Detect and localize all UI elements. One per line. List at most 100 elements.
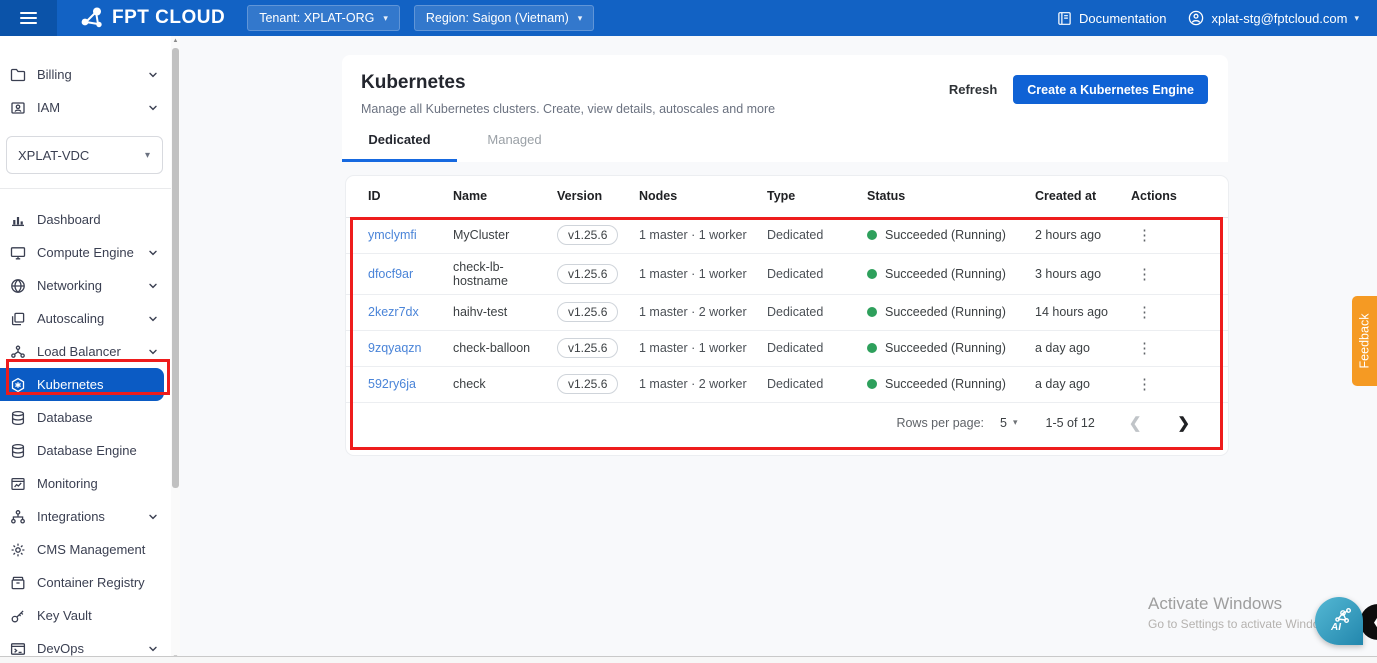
sidebar-item-dashboard[interactable]: Dashboard (0, 203, 171, 236)
version-badge: v1.25.6 (557, 302, 618, 322)
devops-icon (9, 640, 26, 657)
sidebar-item-compute-engine[interactable]: Compute Engine (0, 236, 171, 269)
cluster-id-link[interactable]: ymclymfi (368, 228, 417, 242)
region-label: Region: Saigon (Vietnam) (426, 11, 569, 25)
sidebar-item-cms-management[interactable]: CMS Management (0, 533, 171, 566)
status-text: Succeeded (Running) (885, 377, 1006, 391)
key-vault-icon (9, 607, 26, 624)
container-registry-icon (9, 574, 26, 591)
version-badge: v1.25.6 (557, 264, 618, 284)
cluster-id-link[interactable]: 2kezr7dx (368, 305, 419, 319)
scroll-up-icon[interactable]: ▲ (171, 36, 180, 46)
region-dropdown[interactable]: Region: Saigon (Vietnam) ▾ (414, 5, 594, 31)
clusters-table: IDNameVersionNodesTypeStatusCreated atAc… (346, 176, 1228, 403)
table-row[interactable]: dfocf9archeck-lb-hostnamev1.25.61 master… (346, 253, 1228, 294)
user-menu[interactable]: xplat-stg@fptcloud.com ▾ (1188, 10, 1359, 26)
version-badge: v1.25.6 (557, 338, 618, 358)
version-badge: v1.25.6 (557, 374, 618, 394)
refresh-button[interactable]: Refresh (949, 82, 997, 97)
table-body: ymclymfiMyClusterv1.25.61 master · 1 wor… (346, 217, 1228, 402)
sidebar-item-kubernetes[interactable]: Kubernetes (0, 368, 164, 401)
pagination: Rows per page: 5 ▾ 1-5 of 12 ❮ ❯ (346, 403, 1228, 443)
user-email: xplat-stg@fptcloud.com (1211, 11, 1347, 26)
status-dot-icon (867, 307, 877, 317)
divider (0, 188, 171, 189)
sidebar-top-groups: BillingIAM (0, 58, 171, 124)
status-dot-icon (867, 230, 877, 240)
column-header-nodes: Nodes (639, 176, 767, 217)
column-header-actions: Actions (1131, 176, 1228, 217)
vdc-selector[interactable]: XPLAT-VDC ▾ (6, 136, 163, 174)
cluster-nodes: 1 master · 1 worker (639, 330, 767, 366)
sidebar-item-autoscaling[interactable]: Autoscaling (0, 302, 171, 335)
kebab-menu-icon[interactable]: ⋮ (1131, 304, 1158, 321)
table-row[interactable]: 2kezr7dxhaihv-testv1.25.61 master · 2 wo… (346, 294, 1228, 330)
cluster-name: haihv-test (453, 294, 557, 330)
created-at: 14 hours ago (1035, 294, 1131, 330)
sidebar-item-integrations[interactable]: Integrations (0, 500, 171, 533)
chevron-right-icon[interactable]: ❯ (1177, 414, 1190, 432)
sidebar-item-key-vault[interactable]: Key Vault (0, 599, 171, 632)
activate-windows-watermark: Activate Windows Go to Settings to activ… (1148, 594, 1334, 631)
integrations-icon (9, 508, 26, 525)
table-row[interactable]: ymclymfiMyClusterv1.25.61 master · 1 wor… (346, 217, 1228, 253)
clusters-table-card: IDNameVersionNodesTypeStatusCreated atAc… (346, 176, 1228, 455)
window-bottom-edge (0, 656, 1377, 663)
chevron-down-icon (148, 314, 158, 324)
ai-assistant-bubble[interactable]: AI (1315, 597, 1363, 645)
cluster-id-link[interactable]: 9zqyaqzn (368, 341, 422, 355)
cluster-type: Dedicated (767, 330, 867, 366)
sidebar-item-label: Database Engine (37, 443, 161, 458)
status-dot-icon (867, 269, 877, 279)
tab-dedicated[interactable]: Dedicated (342, 132, 457, 162)
vdc-selector-value: XPLAT-VDC (18, 148, 89, 163)
sidebar-item-database-engine[interactable]: Database Engine (0, 434, 171, 467)
hamburger-menu-icon[interactable] (0, 0, 57, 36)
chevron-down-icon (148, 248, 158, 258)
sidebar-item-label: Dashboard (37, 212, 161, 227)
created-at: a day ago (1035, 366, 1131, 402)
sidebar-item-container-registry[interactable]: Container Registry (0, 566, 171, 599)
chevron-down-icon (148, 347, 158, 357)
created-at: 3 hours ago (1035, 253, 1131, 294)
sidebar-item-load-balancer[interactable]: Load Balancer (0, 335, 171, 368)
sidebar-item-database[interactable]: Database (0, 401, 171, 434)
sidebar-items: Dashboard Compute Engine Networking Autosca… (0, 203, 171, 663)
documentation-link[interactable]: Documentation (1057, 11, 1166, 26)
kebab-menu-icon[interactable]: ⋮ (1131, 340, 1158, 357)
sidebar-item-iam[interactable]: IAM (0, 91, 171, 124)
kubernetes-icon (9, 376, 26, 393)
status-text: Succeeded (Running) (885, 228, 1006, 242)
sidebar-item-networking[interactable]: Networking (0, 269, 171, 302)
table-row[interactable]: 9zqyaqzncheck-balloonv1.25.61 master · 1… (346, 330, 1228, 366)
column-header-status: Status (867, 176, 1035, 217)
tab-managed[interactable]: Managed (457, 132, 572, 162)
kebab-menu-icon[interactable]: ⋮ (1131, 266, 1158, 283)
status-dot-icon (867, 379, 877, 389)
rows-per-page-select[interactable]: 5 ▾ (1000, 416, 1017, 430)
iam-icon (9, 99, 26, 116)
cluster-id-link[interactable]: 592ry6ja (368, 377, 416, 391)
chevron-left-icon[interactable]: ❮ (1129, 414, 1142, 432)
column-header-name: Name (453, 176, 557, 217)
tab-bar: DedicatedManaged (342, 132, 572, 162)
column-header-id: ID (346, 176, 453, 217)
cluster-nodes: 1 master · 1 worker (639, 253, 767, 294)
sidebar-item-monitoring[interactable]: Monitoring (0, 467, 171, 500)
kebab-menu-icon[interactable]: ⋮ (1131, 376, 1158, 393)
scrollbar-thumb[interactable] (172, 48, 179, 488)
tenant-dropdown[interactable]: Tenant: XPLAT-ORG ▾ (247, 5, 400, 31)
feedback-tab[interactable]: Feedback (1352, 296, 1377, 386)
autoscaling-icon (9, 310, 26, 327)
table-row[interactable]: 592ry6jacheckv1.25.61 master · 2 workerD… (346, 366, 1228, 402)
cluster-id-link[interactable]: dfocf9ar (368, 267, 413, 281)
kebab-menu-icon[interactable]: ⋮ (1131, 227, 1158, 244)
sidebar-item-billing[interactable]: Billing (0, 58, 171, 91)
sidebar-scrollbar[interactable]: ▲ ▼ (171, 36, 180, 663)
sidebar-item-label: Networking (37, 278, 137, 293)
status-dot-icon (867, 343, 877, 353)
sidebar-item-label: Autoscaling (37, 311, 137, 326)
sidebar: BillingIAM XPLAT-VDC ▾ Dashboard Compute … (0, 36, 180, 663)
create-kubernetes-engine-button[interactable]: Create a Kubernetes Engine (1013, 75, 1208, 104)
chevron-down-icon: ▾ (145, 150, 150, 161)
